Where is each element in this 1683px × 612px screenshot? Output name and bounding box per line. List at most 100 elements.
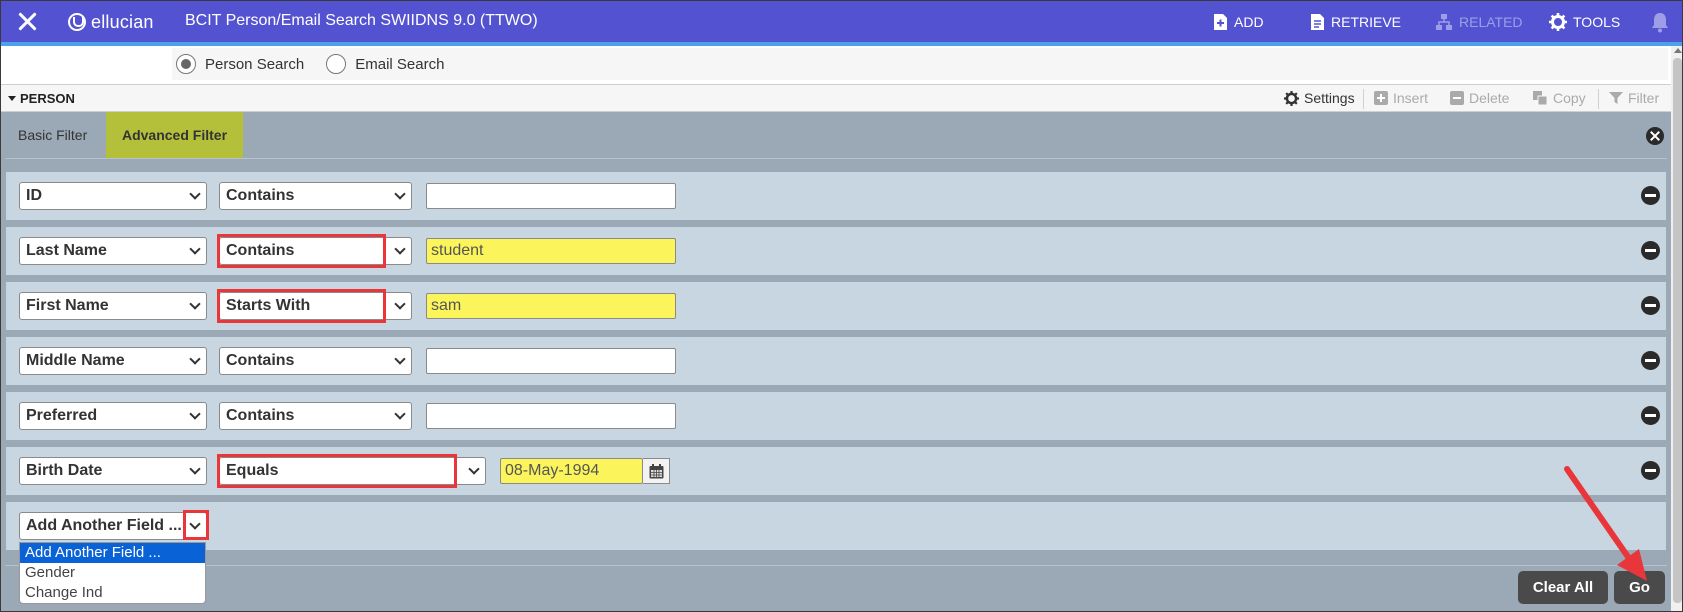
dropdown-option[interactable]: Change Ind	[20, 583, 205, 603]
field-select[interactable]: Middle Name	[19, 347, 207, 375]
chevron-down-icon	[189, 188, 201, 200]
person-search-radio[interactable]: Person Search	[176, 54, 304, 74]
scrollbar-thumb[interactable]	[1673, 58, 1682, 603]
vertical-scrollbar[interactable]	[1671, 46, 1682, 611]
tab-advanced-filter[interactable]: Advanced Filter	[106, 112, 243, 158]
value-input[interactable]: sam	[426, 293, 676, 319]
section-toggle[interactable]: PERSON	[8, 91, 75, 106]
field-select[interactable]: ID	[19, 182, 207, 210]
field-select-value: Middle Name	[26, 352, 125, 369]
tab-divider	[5, 158, 1667, 159]
email-search-radio[interactable]: Email Search	[326, 54, 444, 74]
chevron-down-icon	[394, 188, 406, 200]
insert-label: Insert	[1393, 90, 1429, 106]
remove-row-icon[interactable]	[1641, 406, 1660, 425]
close-icon[interactable]	[17, 11, 39, 33]
add-another-field-select[interactable]: Add Another Field ...	[19, 512, 207, 540]
plus-square-icon	[1374, 91, 1388, 105]
retrieve-label: RETRIEVE	[1331, 14, 1402, 30]
insert-button[interactable]: Insert	[1374, 90, 1428, 106]
copy-label: Copy	[1553, 90, 1586, 106]
clear-all-button[interactable]: Clear All	[1518, 571, 1608, 604]
add-field-dropdown-list: Add Another Field ... Gender Change Ind	[19, 542, 206, 604]
filter-row: Middle Name Contains	[6, 337, 1666, 385]
remove-row-icon[interactable]	[1641, 351, 1660, 370]
tools-button[interactable]: TOOLS	[1549, 13, 1620, 31]
toolbar-divider	[1598, 89, 1599, 109]
retrieve-button[interactable]: RETRIEVE	[1310, 13, 1401, 31]
remove-row-icon[interactable]	[1641, 186, 1660, 205]
operator-select[interactable]: Contains	[219, 347, 412, 375]
filter-row: Birth Date Equals 08-May-1994	[6, 447, 1666, 495]
copy-button[interactable]: Copy	[1533, 90, 1586, 106]
field-select-value: Birth Date	[26, 462, 103, 479]
operator-select-value: Equals	[226, 462, 279, 479]
filter-button[interactable]: Filter	[1609, 90, 1659, 106]
filter-panel: Basic Filter Advanced Filter ID Contains…	[1, 112, 1671, 611]
settings-button[interactable]: Settings	[1284, 90, 1355, 106]
operator-select[interactable]: Contains	[219, 237, 412, 265]
related-label: RELATED	[1459, 14, 1523, 30]
field-select-value: ID	[26, 187, 42, 204]
remove-row-icon[interactable]	[1641, 296, 1660, 315]
radio-circle-checked	[176, 54, 196, 74]
add-button[interactable]: ADD	[1213, 13, 1264, 31]
brand-logo[interactable]: ellucian	[68, 11, 154, 33]
tab-basic-filter[interactable]: Basic Filter	[6, 112, 99, 158]
dropdown-option[interactable]: Add Another Field ...	[20, 543, 205, 563]
remove-row-icon[interactable]	[1641, 461, 1660, 480]
notifications-bell-icon[interactable]	[1650, 11, 1670, 38]
close-filter-icon[interactable]	[1646, 127, 1664, 145]
bottom-divider	[5, 565, 1667, 566]
gear-icon	[1284, 90, 1299, 106]
field-select[interactable]: Preferred	[19, 402, 207, 430]
add-document-icon	[1214, 14, 1227, 30]
chevron-down-icon	[394, 243, 406, 255]
email-search-label: Email Search	[355, 55, 445, 73]
tools-label: TOOLS	[1573, 14, 1621, 30]
field-select-value: First Name	[26, 297, 109, 314]
filter-label: Filter	[1628, 90, 1660, 106]
radio-circle	[326, 54, 347, 74]
value-input[interactable]: student	[426, 238, 676, 264]
page-title: BCIT Person/Email Search SWIIDNS 9.0 (TT…	[185, 12, 538, 29]
chevron-down-icon	[189, 353, 201, 365]
birth-date-input[interactable]: 08-May-1994	[500, 458, 643, 484]
field-select[interactable]: First Name	[19, 292, 207, 320]
scroll-up-arrow-icon[interactable]	[1674, 48, 1682, 53]
chevron-down-icon	[189, 298, 201, 310]
filter-row: First Name Starts With sam	[6, 282, 1666, 330]
field-select-value: Preferred	[26, 407, 98, 424]
operator-select[interactable]: Equals	[219, 457, 486, 485]
person-search-label: Person Search	[205, 55, 305, 73]
chevron-down-icon	[394, 408, 406, 420]
delete-button[interactable]: Delete	[1450, 90, 1509, 106]
related-hierarchy-icon	[1436, 14, 1452, 30]
field-select[interactable]: Last Name	[19, 237, 207, 265]
dropdown-option[interactable]: Gender	[20, 563, 205, 583]
app-window: ellucian BCIT Person/Email Search SWIIDN…	[0, 0, 1683, 612]
field-select[interactable]: Birth Date	[19, 457, 207, 485]
add-field-row: Add Another Field ...	[6, 502, 1666, 550]
add-label: ADD	[1234, 14, 1264, 30]
chevron-down-icon	[189, 518, 201, 530]
chevron-down-icon	[468, 463, 480, 475]
toolbar-divider	[1363, 89, 1364, 109]
calendar-button[interactable]	[643, 458, 670, 484]
ellucian-logo-icon	[68, 13, 86, 31]
go-button[interactable]: Go	[1614, 571, 1665, 604]
person-section-header: PERSON Settings Insert Delete Copy Filte…	[1, 84, 1671, 112]
operator-select[interactable]: Contains	[219, 402, 412, 430]
operator-select-value: Contains	[226, 407, 295, 424]
remove-row-icon[interactable]	[1641, 241, 1660, 260]
operator-select[interactable]: Starts With	[219, 292, 412, 320]
top-header: ellucian BCIT Person/Email Search SWIIDN…	[1, 1, 1682, 42]
value-input[interactable]	[426, 403, 676, 429]
related-button[interactable]: RELATED	[1435, 13, 1523, 31]
minus-square-icon	[1450, 91, 1464, 105]
gear-icon	[1549, 13, 1567, 31]
chevron-down-icon	[189, 408, 201, 420]
value-input[interactable]	[426, 183, 676, 209]
operator-select[interactable]: Contains	[219, 182, 412, 210]
value-input[interactable]	[426, 348, 676, 374]
